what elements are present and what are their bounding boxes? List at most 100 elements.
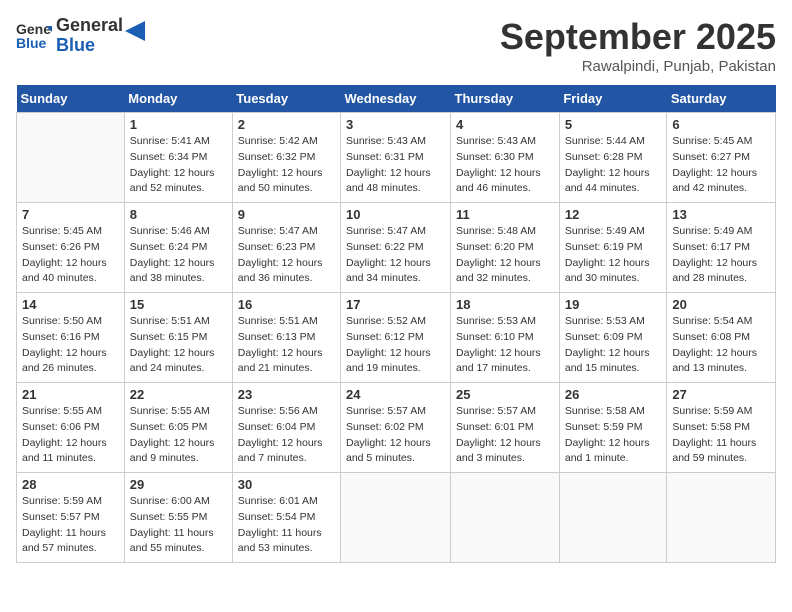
day-number: 11 xyxy=(456,207,554,222)
day-info: Sunrise: 5:58 AMSunset: 5:59 PMDaylight:… xyxy=(565,404,662,467)
day-number: 24 xyxy=(346,387,445,402)
day-number: 22 xyxy=(130,387,227,402)
day-number: 25 xyxy=(456,387,554,402)
calendar-week-row: 1 Sunrise: 5:41 AMSunset: 6:34 PMDaylight… xyxy=(17,113,776,203)
day-number: 29 xyxy=(130,477,227,492)
weekday-header: Monday xyxy=(124,85,232,113)
day-info: Sunrise: 5:51 AMSunset: 6:15 PMDaylight:… xyxy=(130,314,227,377)
day-info: Sunrise: 5:43 AMSunset: 6:30 PMDaylight:… xyxy=(456,134,554,197)
day-number: 2 xyxy=(238,117,335,132)
day-info: Sunrise: 5:59 AMSunset: 5:58 PMDaylight:… xyxy=(672,404,770,467)
calendar-cell: 23 Sunrise: 5:56 AMSunset: 6:04 PMDayligh… xyxy=(232,383,340,473)
calendar-cell: 20Sunrise: 5:54 AMSunset: 6:08 PMDayligh… xyxy=(667,293,776,383)
day-number: 4 xyxy=(456,117,554,132)
day-number: 13 xyxy=(672,207,770,222)
day-info: Sunrise: 5:45 AMSunset: 6:27 PMDaylight:… xyxy=(672,134,770,197)
calendar-cell: 5Sunrise: 5:44 AMSunset: 6:28 PMDaylight… xyxy=(559,113,667,203)
day-number: 19 xyxy=(565,297,662,312)
day-number: 8 xyxy=(130,207,227,222)
page-header: General Blue General Blue September 2025… xyxy=(16,16,776,75)
calendar-week-row: 21 Sunrise: 5:55 AMSunset: 6:06 PMDayligh… xyxy=(17,383,776,473)
calendar-cell xyxy=(341,473,451,563)
calendar-cell xyxy=(451,473,560,563)
calendar-cell: 8 Sunrise: 5:46 AMSunset: 6:24 PMDaylight… xyxy=(124,203,232,293)
day-number: 16 xyxy=(238,297,335,312)
calendar-cell: 25Sunrise: 5:57 AMSunset: 6:01 PMDayligh… xyxy=(451,383,560,473)
day-number: 1 xyxy=(130,117,227,132)
title-block: September 2025 Rawalpindi, Punjab, Pakis… xyxy=(500,16,776,75)
month-title: September 2025 xyxy=(500,16,776,58)
weekday-header: Sunday xyxy=(17,85,125,113)
calendar-cell: 15 Sunrise: 5:51 AMSunset: 6:15 PMDayligh… xyxy=(124,293,232,383)
day-number: 23 xyxy=(238,387,335,402)
calendar-week-row: 28Sunrise: 5:59 AMSunset: 5:57 PMDayligh… xyxy=(17,473,776,563)
calendar-cell: 29 Sunrise: 6:00 AMSunset: 5:55 PMDayligh… xyxy=(124,473,232,563)
calendar-cell: 16 Sunrise: 5:51 AMSunset: 6:13 PMDayligh… xyxy=(232,293,340,383)
calendar-cell: 19 Sunrise: 5:53 AMSunset: 6:09 PMDayligh… xyxy=(559,293,667,383)
day-info: Sunrise: 5:53 AMSunset: 6:10 PMDaylight:… xyxy=(456,314,554,377)
logo-icon: General Blue xyxy=(16,18,52,54)
calendar-cell: 14 Sunrise: 5:50 AMSunset: 6:16 PMDayligh… xyxy=(17,293,125,383)
day-number: 17 xyxy=(346,297,445,312)
day-number: 6 xyxy=(672,117,770,132)
day-info: Sunrise: 5:51 AMSunset: 6:13 PMDaylight:… xyxy=(238,314,335,377)
weekday-header: Wednesday xyxy=(341,85,451,113)
calendar-cell: 17 Sunrise: 5:52 AMSunset: 6:12 PMDayligh… xyxy=(341,293,451,383)
day-info: Sunrise: 5:52 AMSunset: 6:12 PMDaylight:… xyxy=(346,314,445,377)
day-number: 26 xyxy=(565,387,662,402)
day-info: Sunrise: 6:00 AMSunset: 5:55 PMDaylight:… xyxy=(130,494,227,557)
day-number: 21 xyxy=(22,387,119,402)
day-number: 7 xyxy=(22,207,119,222)
calendar-cell xyxy=(17,113,125,203)
calendar-cell: 21 Sunrise: 5:55 AMSunset: 6:06 PMDayligh… xyxy=(17,383,125,473)
day-info: Sunrise: 5:41 AMSunset: 6:34 PMDaylight:… xyxy=(130,134,227,197)
day-info: Sunrise: 5:43 AMSunset: 6:31 PMDaylight:… xyxy=(346,134,445,197)
calendar-cell: 22Sunrise: 5:55 AMSunset: 6:05 PMDayligh… xyxy=(124,383,232,473)
calendar-cell: 7 Sunrise: 5:45 AMSunset: 6:26 PMDaylight… xyxy=(17,203,125,293)
day-info: Sunrise: 5:59 AMSunset: 5:57 PMDaylight:… xyxy=(22,494,119,557)
day-number: 20 xyxy=(672,297,770,312)
location-subtitle: Rawalpindi, Punjab, Pakistan xyxy=(500,58,776,75)
day-number: 12 xyxy=(565,207,662,222)
calendar-cell: 26 Sunrise: 5:58 AMSunset: 5:59 PMDayligh… xyxy=(559,383,667,473)
weekday-header: Friday xyxy=(559,85,667,113)
day-number: 14 xyxy=(22,297,119,312)
weekday-header: Saturday xyxy=(667,85,776,113)
day-info: Sunrise: 5:44 AMSunset: 6:28 PMDaylight:… xyxy=(565,134,662,197)
day-info: Sunrise: 5:56 AMSunset: 6:04 PMDaylight:… xyxy=(238,404,335,467)
day-info: Sunrise: 5:49 AMSunset: 6:19 PMDaylight:… xyxy=(565,224,662,287)
day-number: 27 xyxy=(672,387,770,402)
day-info: Sunrise: 5:47 AMSunset: 6:22 PMDaylight:… xyxy=(346,224,445,287)
logo: General Blue General Blue xyxy=(16,16,145,56)
day-info: Sunrise: 5:45 AMSunset: 6:26 PMDaylight:… xyxy=(22,224,119,287)
day-info: Sunrise: 5:57 AMSunset: 6:02 PMDaylight:… xyxy=(346,404,445,467)
day-number: 30 xyxy=(238,477,335,492)
calendar-cell: 6 Sunrise: 5:45 AMSunset: 6:27 PMDaylight… xyxy=(667,113,776,203)
weekday-header: Tuesday xyxy=(232,85,340,113)
calendar-cell: 12 Sunrise: 5:49 AMSunset: 6:19 PMDayligh… xyxy=(559,203,667,293)
logo-line1: General xyxy=(56,16,123,36)
calendar-week-row: 14 Sunrise: 5:50 AMSunset: 6:16 PMDayligh… xyxy=(17,293,776,383)
day-info: Sunrise: 5:55 AMSunset: 6:06 PMDaylight:… xyxy=(22,404,119,467)
day-number: 3 xyxy=(346,117,445,132)
calendar-cell: 9Sunrise: 5:47 AMSunset: 6:23 PMDaylight… xyxy=(232,203,340,293)
calendar-cell: 10 Sunrise: 5:47 AMSunset: 6:22 PMDayligh… xyxy=(341,203,451,293)
logo-arrow-icon xyxy=(125,21,145,41)
calendar-cell: 24 Sunrise: 5:57 AMSunset: 6:02 PMDayligh… xyxy=(341,383,451,473)
calendar-cell: 28Sunrise: 5:59 AMSunset: 5:57 PMDayligh… xyxy=(17,473,125,563)
weekday-header-row: SundayMondayTuesdayWednesdayThursdayFrid… xyxy=(17,85,776,113)
calendar-cell: 30Sunrise: 6:01 AMSunset: 5:54 PMDayligh… xyxy=(232,473,340,563)
calendar-cell: 13 Sunrise: 5:49 AMSunset: 6:17 PMDayligh… xyxy=(667,203,776,293)
day-info: Sunrise: 5:46 AMSunset: 6:24 PMDaylight:… xyxy=(130,224,227,287)
calendar-cell xyxy=(559,473,667,563)
calendar-table: SundayMondayTuesdayWednesdayThursdayFrid… xyxy=(16,85,776,563)
day-info: Sunrise: 5:50 AMSunset: 6:16 PMDaylight:… xyxy=(22,314,119,377)
day-number: 10 xyxy=(346,207,445,222)
calendar-cell xyxy=(667,473,776,563)
calendar-week-row: 7 Sunrise: 5:45 AMSunset: 6:26 PMDaylight… xyxy=(17,203,776,293)
calendar-cell: 18Sunrise: 5:53 AMSunset: 6:10 PMDayligh… xyxy=(451,293,560,383)
day-info: Sunrise: 5:49 AMSunset: 6:17 PMDaylight:… xyxy=(672,224,770,287)
day-info: Sunrise: 5:53 AMSunset: 6:09 PMDaylight:… xyxy=(565,314,662,377)
svg-text:Blue: Blue xyxy=(16,35,47,51)
day-number: 15 xyxy=(130,297,227,312)
